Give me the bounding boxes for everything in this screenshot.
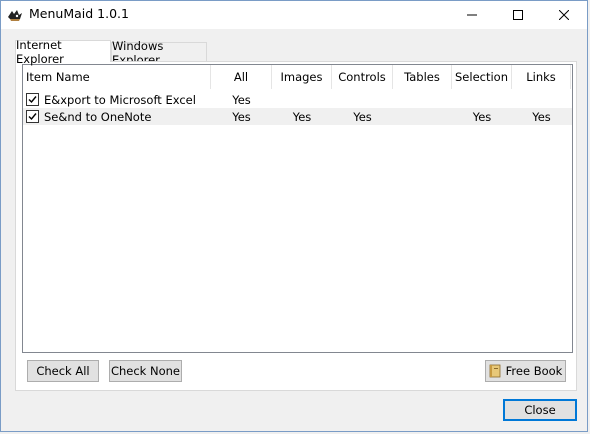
cell-selection: Yes [472, 109, 492, 124]
row-checkbox[interactable] [26, 110, 39, 123]
column-header-controls[interactable]: Controls [332, 65, 393, 89]
free-book-button[interactable]: Free Book [485, 360, 566, 382]
maximize-icon [513, 10, 523, 20]
title-bar[interactable]: MenuMaid 1.0.1 [1, 1, 587, 29]
row-checkbox[interactable] [26, 93, 39, 106]
checkmark-icon [28, 96, 37, 104]
book-icon [489, 364, 501, 378]
close-icon [559, 10, 569, 20]
cell-all: Yes [232, 92, 251, 107]
cell-links [512, 91, 571, 108]
free-book-label: Free Book [505, 364, 563, 378]
close-button[interactable]: Close [503, 399, 577, 421]
cell-tables [393, 91, 452, 108]
minimize-icon [467, 14, 477, 16]
list-header: Item Name All Images Controls Tables Sel… [23, 65, 572, 89]
tab-panel: Item Name All Images Controls Tables Sel… [15, 61, 577, 391]
menu-items-list[interactable]: Item Name All Images Controls Tables Sel… [22, 64, 573, 353]
cell-controls: Yes [353, 109, 372, 124]
column-header-images[interactable]: Images [272, 65, 332, 89]
item-name: Se&nd to OneNote [44, 109, 152, 124]
column-header-links[interactable]: Links [512, 65, 571, 89]
close-window-button[interactable] [541, 1, 587, 29]
column-header-tables[interactable]: Tables [393, 65, 452, 89]
column-header-all[interactable]: All [211, 65, 272, 89]
cell-selection [452, 91, 512, 108]
table-row[interactable]: E&xport to Microsoft Excel Yes [23, 91, 572, 108]
cell-controls [332, 91, 393, 108]
main-window: MenuMaid 1.0.1 Internet Explorer Windows… [0, 0, 588, 432]
item-name: E&xport to Microsoft Excel [44, 92, 196, 107]
tab-windows-explorer[interactable]: Windows Explorer [111, 39, 207, 67]
column-header-item-name[interactable]: Item Name [23, 65, 211, 89]
check-none-button[interactable]: Check None [109, 360, 182, 382]
menumaid-app-icon [8, 10, 22, 21]
cell-all: Yes [232, 109, 251, 124]
table-row[interactable]: Se&nd to OneNote Yes Yes Yes Yes Yes [23, 108, 572, 125]
tab-internet-explorer[interactable]: Internet Explorer [15, 38, 111, 66]
window-title: MenuMaid 1.0.1 [29, 6, 129, 21]
cell-images: Yes [292, 109, 312, 124]
cell-tables [393, 108, 452, 125]
cell-images [272, 91, 332, 108]
check-all-button[interactable]: Check All [27, 360, 99, 382]
checkmark-icon [28, 113, 37, 121]
column-header-selection[interactable]: Selection [452, 65, 512, 89]
cell-links: Yes [532, 109, 551, 124]
minimize-button[interactable] [449, 1, 495, 29]
maximize-button[interactable] [495, 1, 541, 29]
